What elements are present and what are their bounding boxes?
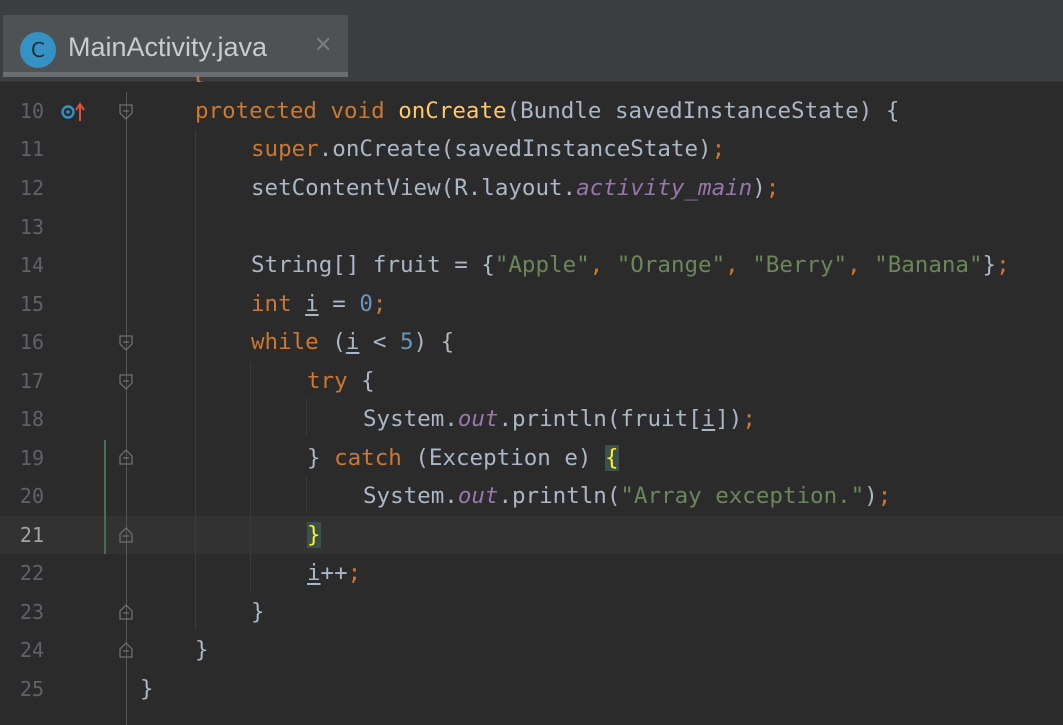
line-number: 13	[19, 215, 44, 239]
line-number: 19	[19, 446, 44, 470]
matched-brace: }	[307, 522, 321, 548]
window-top-strip	[0, 0, 1063, 10]
line-number: 25	[19, 677, 44, 701]
line-number: 16	[19, 330, 44, 354]
code-text[interactable]: i++;	[307, 554, 361, 592]
scrolled-brace-fragment: {	[190, 76, 210, 82]
line-number: 10	[19, 99, 44, 123]
override-method-icon[interactable]	[61, 102, 89, 122]
line-number: 24	[19, 638, 44, 662]
java-class-icon: C	[20, 32, 56, 68]
line-number: 20	[19, 484, 44, 508]
code-line: 14 String[] fruit = {"Apple", "Orange", …	[0, 246, 1063, 284]
code-line: 15 int i = 0;	[0, 285, 1063, 323]
code-editor[interactable]: 10 protected void onCreate(Bundle savedI…	[0, 92, 1063, 725]
code-text[interactable]: }	[251, 593, 265, 631]
line-number: 14	[19, 253, 44, 277]
code-line: 12 setContentView(R.layout.activity_main…	[0, 169, 1063, 207]
code-text[interactable]: } catch (Exception e) {	[307, 439, 619, 477]
line-number: 23	[19, 600, 44, 624]
code-text[interactable]: protected void onCreate(Bundle savedInst…	[195, 92, 899, 130]
line-number: 21	[19, 523, 44, 547]
code-line: 24 }	[0, 631, 1063, 669]
code-line: 17 try {	[0, 362, 1063, 400]
tab-main-activity[interactable]: C MainActivity.java ✕	[3, 15, 348, 77]
line-number: 12	[19, 176, 44, 200]
code-line: 18 System.out.println(fruit[i]);	[0, 400, 1063, 438]
code-text[interactable]: try {	[307, 362, 375, 400]
editor-tab-bar: C MainActivity.java ✕	[0, 10, 1063, 82]
code-line: 11 super.onCreate(savedInstanceState);	[0, 130, 1063, 168]
code-text[interactable]: }	[195, 631, 209, 669]
line-number: 17	[19, 369, 44, 393]
code-text[interactable]: setContentView(R.layout.activity_main);	[251, 169, 779, 207]
code-text[interactable]: while (i < 5) {	[251, 323, 454, 361]
code-line: 16 while (i < 5) {	[0, 323, 1063, 361]
active-tab-indicator	[3, 72, 348, 77]
line-number: 18	[19, 407, 44, 431]
code-text[interactable]: }	[140, 670, 154, 708]
code-line: 10 protected void onCreate(Bundle savedI…	[0, 92, 1063, 130]
code-text[interactable]: }	[307, 516, 321, 554]
code-line: 23 }	[0, 593, 1063, 631]
code-line: 20 System.out.println("Array exception."…	[0, 477, 1063, 515]
close-icon[interactable]: ✕	[314, 33, 332, 58]
code-line: 13	[0, 208, 1063, 246]
code-text[interactable]: int i = 0;	[251, 285, 386, 323]
code-text[interactable]: System.out.println("Array exception.");	[363, 477, 891, 515]
line-number: 15	[19, 292, 44, 316]
code-text[interactable]: System.out.println(fruit[i]);	[363, 400, 756, 438]
code-line: 22 i++;	[0, 554, 1063, 592]
matched-brace: {	[605, 445, 619, 471]
code-line: 19 } catch (Exception e) {	[0, 439, 1063, 477]
code-text[interactable]: String[] fruit = {"Apple", "Orange", "Be…	[251, 246, 1010, 284]
code-line: 25 }	[0, 670, 1063, 708]
code-text[interactable]: super.onCreate(savedInstanceState);	[251, 130, 725, 168]
line-number: 11	[19, 137, 44, 161]
line-number: 22	[19, 561, 44, 585]
code-line-current: 21 }	[0, 516, 1063, 554]
tab-title: MainActivity.java	[68, 32, 268, 62]
